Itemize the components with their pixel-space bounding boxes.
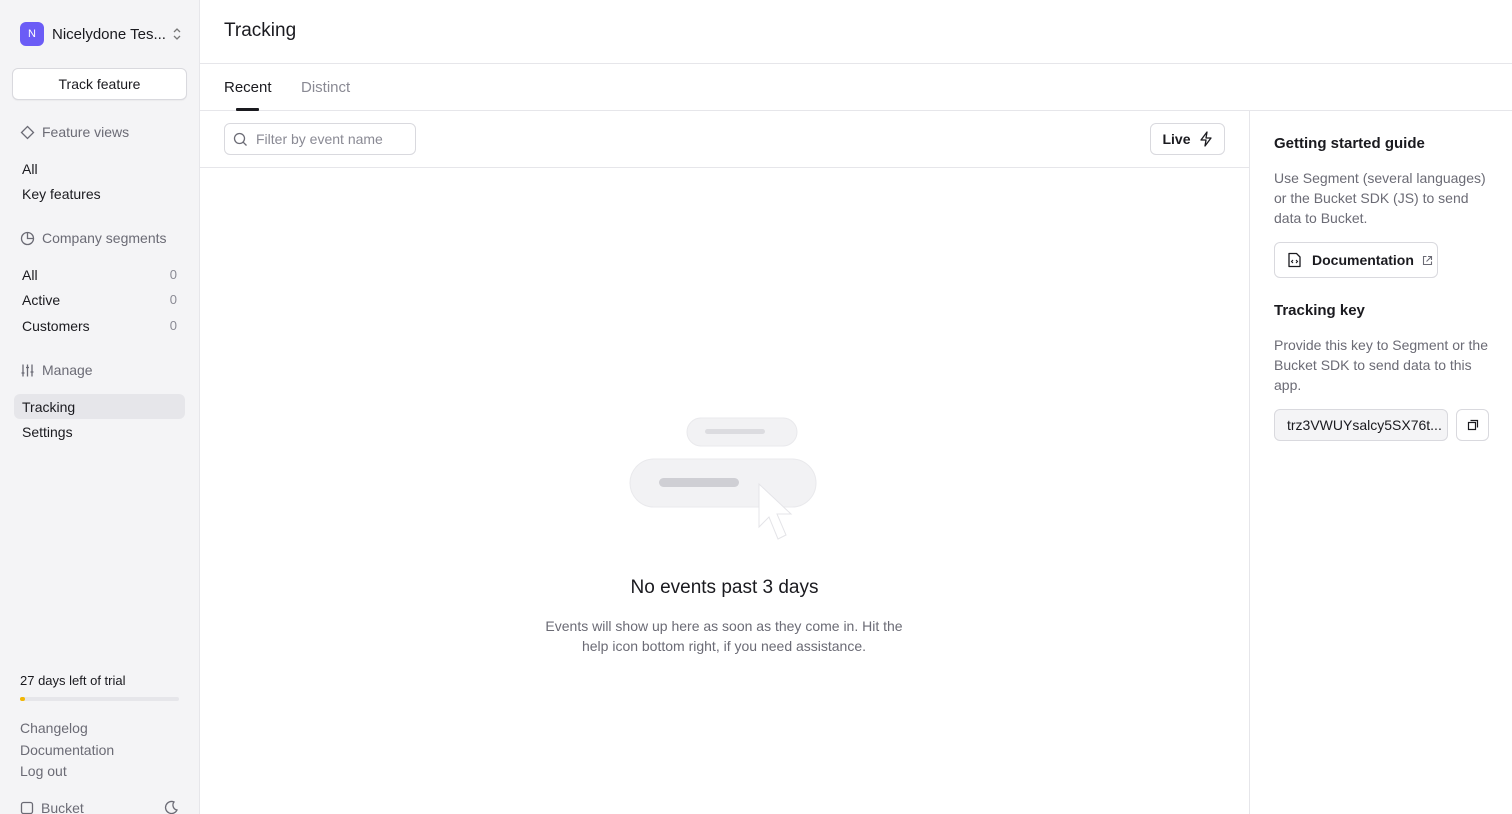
empty-state-title: No events past 3 days [630,577,819,598]
tracking-key-text: Provide this key to Segment or the Bucke… [1274,337,1488,393]
right-panel: Getting started guide Use Segment (sever… [1249,111,1512,814]
feature-views-heading: Feature views [20,124,129,140]
sidebar-item-feature-all[interactable]: All [14,156,185,181]
sidebar-item-label: All [22,160,38,177]
document-icon [1288,252,1301,268]
org-name: Nicelydone Tes... [52,25,166,43]
brand-name: Bucket [41,800,84,814]
pie-chart-icon [20,231,35,245]
sidebar-item-label: Customers [22,317,90,334]
sidebar-item-label: Settings [22,423,73,440]
header: Tracking [200,0,1512,64]
copy-button[interactable] [1456,409,1489,441]
chevron-up-down-icon [172,27,182,42]
search-field[interactable] [224,123,416,155]
tabs: Recent Distinct [200,64,1512,111]
trial-progress-fill [20,697,25,701]
manage-heading: Manage [20,362,93,378]
copy-icon [1467,419,1478,431]
track-feature-button[interactable]: Track feature [12,68,187,100]
sidebar-item-key-features[interactable]: Key features [14,181,185,206]
trial-status: 27 days left of trial [20,673,126,688]
tracking-key-value[interactable]: trz3VWUYsalcy5SX76t... [1274,409,1448,441]
logout-link[interactable]: Log out [20,763,67,779]
live-button[interactable]: Live [1150,123,1225,155]
tab-distinct[interactable]: Distinct [301,79,350,96]
moon-icon[interactable] [164,800,179,814]
company-segments-heading: Company segments [20,230,167,246]
company-segments-label: Company segments [42,230,167,246]
sidebar-item-segment-all[interactable]: All 0 [14,262,185,287]
sliders-icon [21,364,34,376]
sidebar-item-active[interactable]: Active 0 [14,287,185,312]
documentation-link[interactable]: Documentation [20,742,114,758]
empty-state-description: Events will show up here as soon as they… [545,618,903,654]
getting-started-text: Use Segment (several languages) or the B… [1274,170,1486,226]
sidebar-item-label: Key features [22,185,101,202]
org-avatar: N [20,22,44,46]
external-link-icon [1422,255,1432,265]
tracking-key-title: Tracking key [1274,302,1365,319]
tab-recent[interactable]: Recent [224,79,272,96]
org-switcher[interactable]: N Nicelydone Tes... [20,22,182,46]
sidebar-item-count: 0 [169,267,177,282]
manage-label: Manage [42,362,93,378]
sidebar-item-settings[interactable]: Settings [14,419,185,444]
documentation-button[interactable]: Documentation [1274,242,1438,278]
sidebar-item-label: All [22,266,38,283]
search-input[interactable] [256,131,406,147]
page-title: Tracking [224,20,297,41]
sidebar-item-customers[interactable]: Customers 0 [14,313,185,338]
bucket-logo-icon [20,801,34,814]
feature-views-icon [20,125,35,139]
getting-started-title: Getting started guide [1274,135,1425,152]
documentation-button-label: Documentation [1312,252,1414,268]
brand[interactable]: Bucket [20,800,84,814]
lightning-icon [1199,131,1212,147]
changelog-link[interactable]: Changelog [20,720,88,736]
live-label: Live [1162,131,1191,147]
filter-bar: Live [200,111,1249,168]
main-content: Live No events past 3 days Events will s… [200,111,1249,814]
sidebar-item-count: 0 [169,292,177,307]
sidebar: N Nicelydone Tes... Track feature Featur… [0,0,200,814]
trial-progress-bar [20,697,179,701]
search-icon [233,132,247,146]
empty-state-illustration [620,411,830,556]
sidebar-item-tracking[interactable]: Tracking [14,394,185,419]
feature-views-label: Feature views [42,124,130,140]
sidebar-item-label: Tracking [22,398,76,415]
sidebar-item-count: 0 [169,318,177,333]
sidebar-item-label: Active [22,291,61,308]
